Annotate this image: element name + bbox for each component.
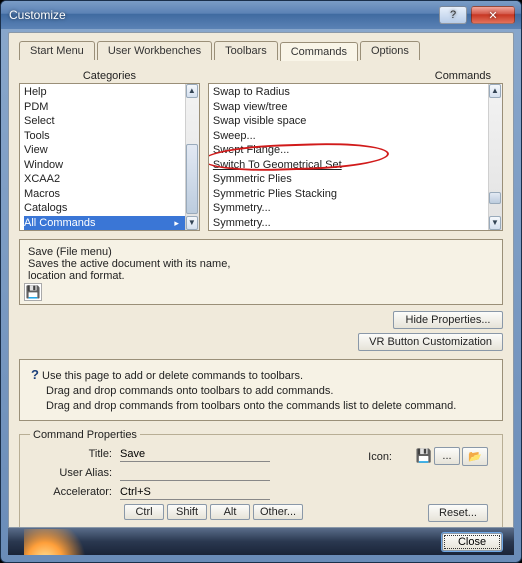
hide-properties-button[interactable]: Hide Properties... [393, 311, 503, 329]
question-icon: ? [28, 366, 42, 384]
list-item[interactable]: Symmetry... [213, 216, 502, 231]
title-input[interactable] [120, 447, 270, 462]
scroll-down-icon[interactable]: ▼ [186, 216, 198, 230]
scroll-down-icon[interactable]: ▼ [489, 216, 501, 230]
icon-preview: 💾 [416, 448, 432, 464]
vr-customization-button[interactable]: VR Button Customization [358, 333, 503, 351]
accelerator-input[interactable] [120, 485, 270, 500]
window-title: Customize [7, 8, 435, 22]
icon-open-button[interactable]: 📂 [462, 447, 488, 466]
lists-panel: Categories Help PDM Select Tools View Wi… [19, 70, 503, 231]
props-legend: Command Properties [30, 429, 140, 441]
tab-commands[interactable]: Commands [280, 42, 358, 61]
titlebar-close-button[interactable]: ✕ [471, 6, 515, 24]
list-item[interactable]: Swap visible space [213, 114, 502, 129]
list-item-selected[interactable]: All Commands [24, 216, 199, 231]
list-item[interactable]: Help [24, 85, 199, 100]
commands-header: Commands [208, 70, 503, 82]
scrollbar[interactable]: ▲ ▼ [185, 84, 199, 230]
folder-icon: 📂 [468, 451, 482, 463]
help-icon: ? [450, 9, 456, 21]
footer-glow-decoration [24, 529, 94, 555]
categories-listbox[interactable]: Help PDM Select Tools View Window XCAA2 … [19, 83, 200, 231]
reset-button[interactable]: Reset... [428, 504, 488, 522]
tab-start-menu[interactable]: Start Menu [19, 41, 95, 60]
desc-title: Save (File menu) [28, 246, 494, 258]
customize-dialog: Customize ? ✕ Start Menu User Workbenche… [0, 0, 522, 563]
list-item[interactable]: Tools [24, 129, 199, 144]
icon-browse-button[interactable]: ... [434, 447, 460, 465]
list-item[interactable]: View [24, 143, 199, 158]
other-button[interactable]: Other... [253, 504, 303, 520]
list-item[interactable]: Switch To Geometrical Set [213, 158, 502, 173]
icon-label: Icon: [368, 451, 392, 463]
list-item[interactable]: Window [24, 158, 199, 173]
ctrl-button[interactable]: Ctrl [124, 504, 164, 520]
shift-button[interactable]: Shift [167, 504, 207, 520]
list-item[interactable]: Swap view/tree [213, 100, 502, 115]
dialog-footer: Close [8, 527, 514, 555]
close-button[interactable]: Close [442, 533, 502, 551]
tab-toolbars[interactable]: Toolbars [214, 41, 278, 60]
list-item[interactable]: Symmetry... [213, 201, 502, 216]
tab-user-workbenches[interactable]: User Workbenches [97, 41, 212, 60]
list-item[interactable]: Symmetric Plies Stacking [213, 187, 502, 202]
scroll-up-icon[interactable]: ▲ [489, 84, 501, 98]
list-item[interactable]: Swept Flange... [213, 143, 502, 158]
scroll-thumb[interactable] [186, 144, 198, 214]
tab-options[interactable]: Options [360, 41, 420, 60]
scroll-thumb[interactable] [489, 192, 501, 204]
command-properties-group: Command Properties Title: User Alias: Ac… [19, 429, 503, 529]
command-description: Save (File menu) Saves the active docume… [19, 239, 503, 305]
accelerator-label: Accelerator: [30, 486, 118, 498]
list-item[interactable]: Sweep... [213, 129, 502, 144]
desc-line: location and format. [28, 270, 494, 282]
list-item[interactable]: Symmetric Plies [213, 172, 502, 187]
title-bar[interactable]: Customize ? ✕ [1, 1, 521, 29]
list-item[interactable]: Select [24, 114, 199, 129]
titlebar-help-button[interactable]: ? [439, 6, 467, 24]
alt-button[interactable]: Alt [210, 504, 250, 520]
desc-line: Saves the active document with its name, [28, 258, 494, 270]
floppy-icon: 💾 [26, 285, 41, 299]
list-item[interactable]: XCAA2 [24, 172, 199, 187]
scrollbar[interactable]: ▲ ▼ [488, 84, 502, 230]
close-icon: ✕ [488, 9, 497, 22]
tab-strip: Start Menu User Workbenches Toolbars Com… [19, 41, 503, 60]
user-alias-label: User Alias: [30, 467, 118, 479]
scroll-up-icon[interactable]: ▲ [186, 84, 198, 98]
commands-listbox[interactable]: Swap to Radius Swap view/tree Swap visib… [208, 83, 503, 231]
list-item[interactable]: Swap to Radius [213, 85, 502, 100]
categories-header: Categories [19, 70, 200, 82]
client-area: Start Menu User Workbenches Toolbars Com… [8, 32, 514, 555]
title-label: Title: [30, 448, 118, 460]
user-alias-input[interactable] [120, 466, 270, 481]
list-item[interactable]: Macros [24, 187, 199, 202]
command-icon-preview: 💾 [24, 283, 42, 301]
list-item[interactable]: PDM [24, 100, 199, 115]
help-text: ?Use this page to add or delete commands… [19, 359, 503, 421]
list-item[interactable]: Catalogs [24, 201, 199, 216]
